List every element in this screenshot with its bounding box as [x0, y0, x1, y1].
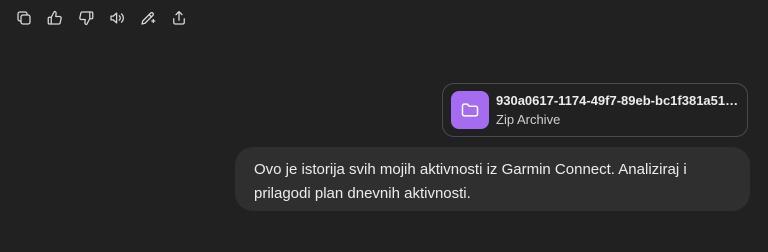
- magic-pen-icon: [140, 12, 155, 25]
- file-type: Zip Archive: [496, 111, 561, 127]
- file-name: 930a0617-1174-49f7-89eb-bc1f381a51b…: [496, 92, 746, 108]
- file-info: 930a0617-1174-49f7-89eb-bc1f381a51b… Zip…: [496, 92, 746, 129]
- edit-button[interactable]: [132, 4, 163, 32]
- chat-view: 930a0617-1174-49f7-89eb-bc1f381a51b… Zip…: [0, 0, 768, 252]
- speaker-icon: [109, 12, 124, 24]
- read-aloud-button[interactable]: [101, 4, 132, 32]
- folder-icon: [461, 103, 479, 117]
- copy-icon: [16, 11, 31, 25]
- message-actions-toolbar: [8, 4, 194, 32]
- share-icon: [172, 10, 185, 25]
- thumbs-up-icon: [47, 10, 62, 25]
- thumbs-down-button[interactable]: [70, 4, 101, 32]
- copy-button[interactable]: [8, 4, 39, 32]
- thumbs-up-button[interactable]: [39, 4, 70, 32]
- file-attachment-card[interactable]: 930a0617-1174-49f7-89eb-bc1f381a51b… Zip…: [442, 83, 748, 137]
- user-message-bubble: Ovo je istorija svih mojih aktivnosti iz…: [235, 147, 750, 211]
- file-icon-tile: [451, 91, 489, 129]
- share-button[interactable]: [163, 4, 194, 32]
- thumbs-down-icon: [78, 11, 93, 26]
